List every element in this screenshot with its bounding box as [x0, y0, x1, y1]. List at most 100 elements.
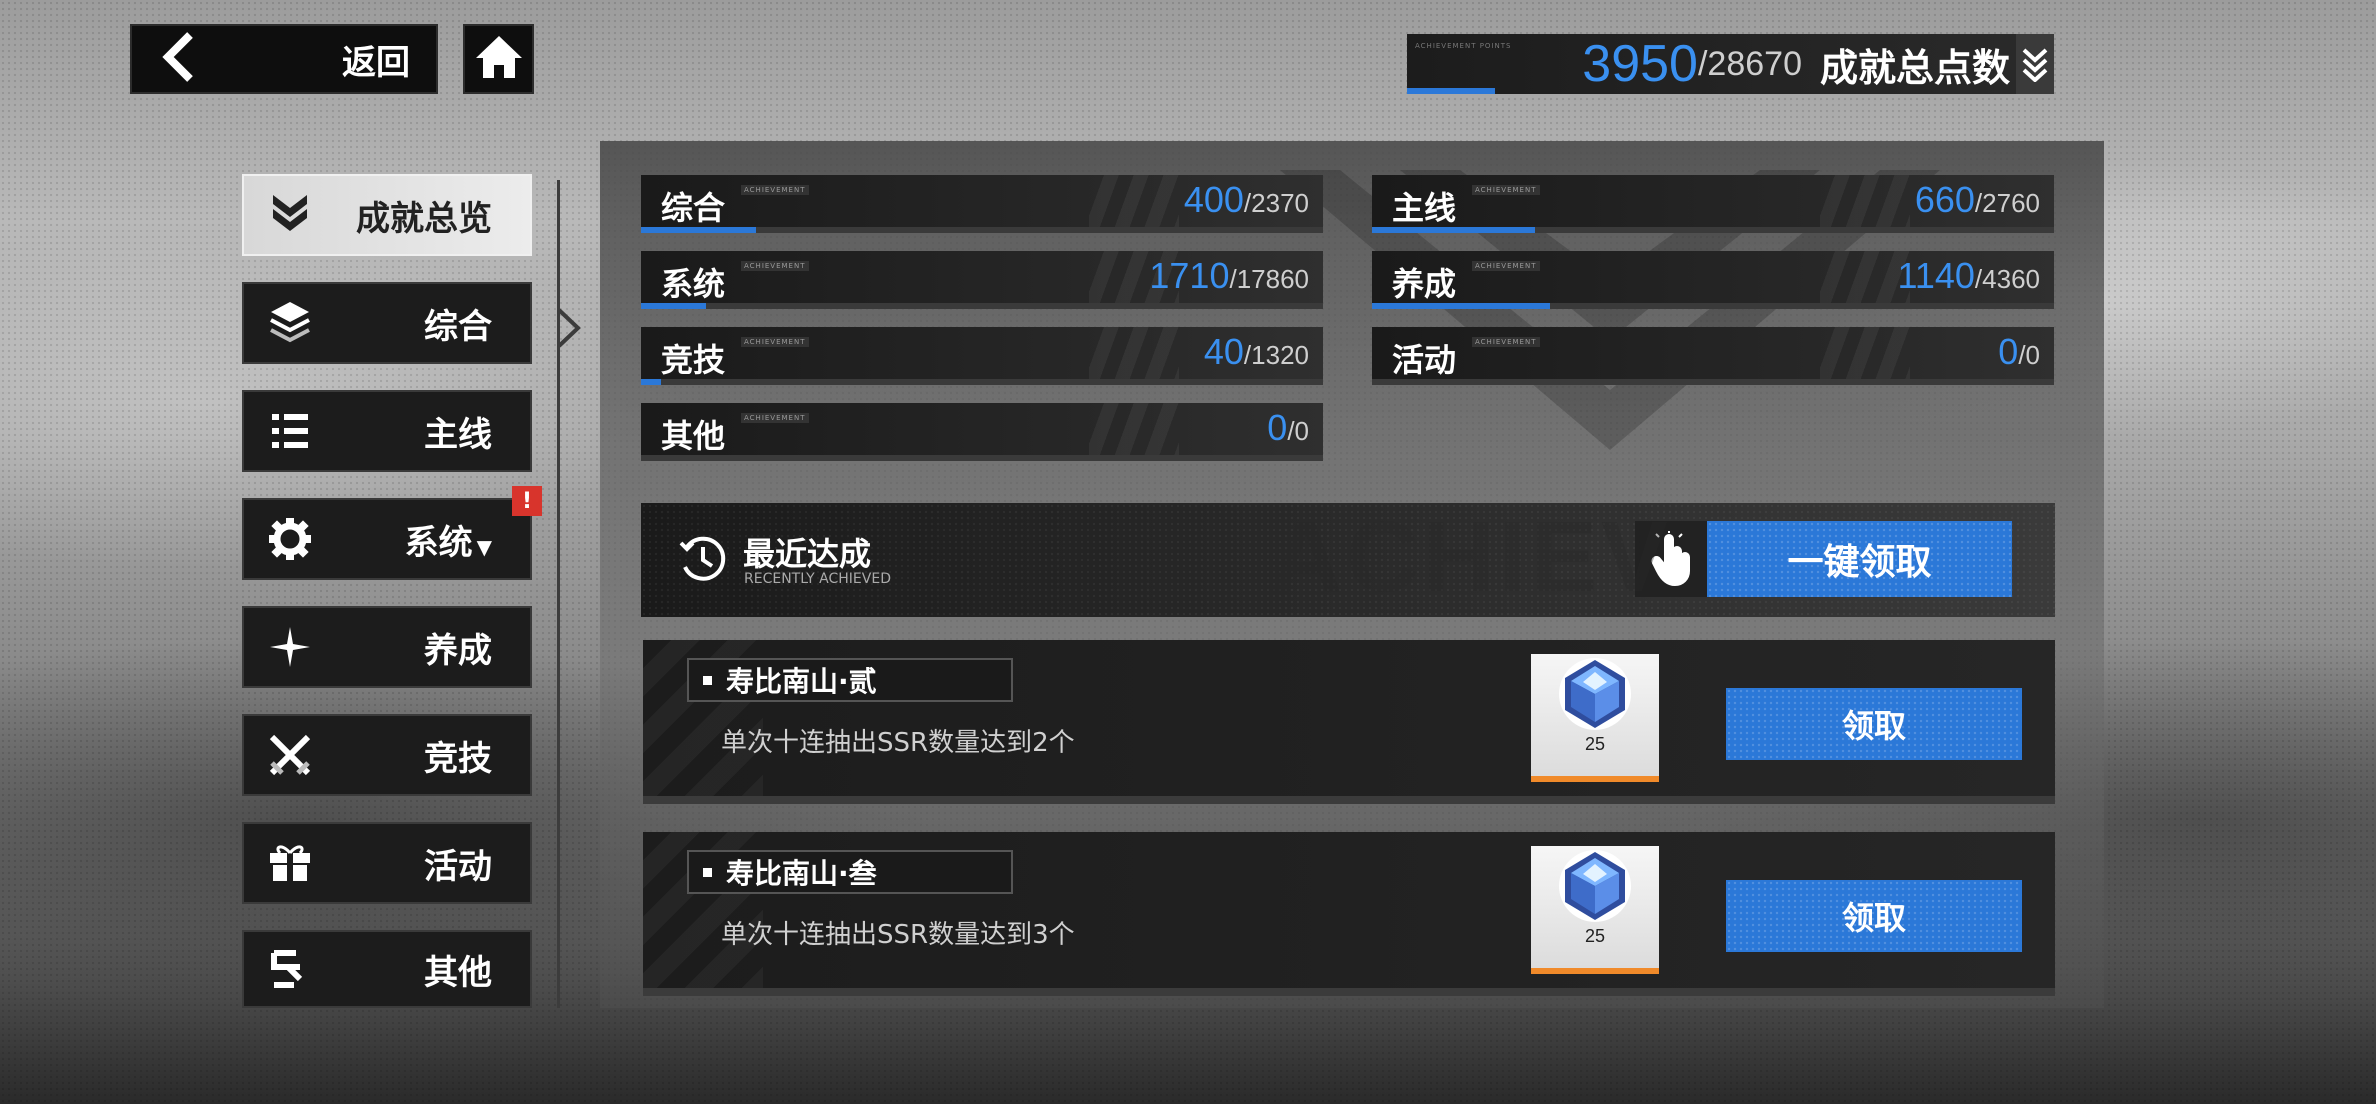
back-button[interactable]: 返回 [130, 24, 438, 94]
dropdown-triangle-icon: ▼ [476, 534, 492, 559]
stripe-deco [1820, 251, 1910, 309]
layers-icon [268, 301, 312, 345]
back-label: 返回 [342, 42, 410, 83]
claim-button[interactable]: 领取 [1726, 880, 2022, 952]
progress-track [641, 379, 1323, 385]
sidebar-item-system[interactable]: 系统 ▼ ! [242, 486, 542, 580]
achievement-card: 寿比南山·叁 单次十连抽出SSR数量达到3个 25 领取 [643, 832, 2055, 996]
sidebar-item-label: 活动 [424, 846, 492, 887]
category-score: 1710/17860 [1149, 255, 1309, 296]
category-bar-events[interactable]: 活动 ACHIEVEMENT 0/0 [1372, 327, 2054, 385]
home-icon [474, 34, 524, 84]
bullet-square-icon [703, 867, 712, 877]
sidebar-item-main-story[interactable]: 主线 [242, 390, 532, 472]
category-bar-other[interactable]: 其他 ACHIEVEMENT 0/0 [641, 403, 1323, 461]
category-tag: ACHIEVEMENT [1472, 185, 1540, 195]
claim-all-button[interactable]: 一键领取 [1707, 521, 2012, 597]
achievement-title-box: 寿比南山·叁 [687, 850, 1013, 894]
home-button[interactable] [463, 24, 534, 94]
category-name: 主线 [1392, 189, 1457, 227]
sidebar-pointer-icon [557, 308, 581, 348]
sidebar-item-comprehensive[interactable]: 综合 [242, 282, 532, 364]
reward-item[interactable]: 25 [1531, 846, 1659, 974]
achievement-description: 单次十连抽出SSR数量达到2个 [721, 728, 1075, 758]
progress-track [641, 303, 1323, 309]
sidebar-item-label: 养成 [424, 630, 492, 671]
sidebar-item-label: 成就总览 [356, 198, 492, 239]
background-watermark: ACHIEV [1270, 501, 1672, 613]
crossed-swords-icon [268, 733, 312, 777]
reward-item[interactable]: 25 [1531, 654, 1659, 782]
sidebar-item-label: 主线 [424, 414, 492, 455]
achievement-title: 寿比南山·叁 [726, 857, 877, 890]
achievement-title-box: 寿比南山·贰 [687, 658, 1013, 702]
claim-button[interactable]: 领取 [1726, 688, 2022, 760]
category-bar-growth[interactable]: 养成 ACHIEVEMENT 1140/4360 [1372, 251, 2054, 309]
total-points-label: 成就总点数 [1819, 45, 2010, 90]
achievement-title: 寿比南山·贰 [726, 665, 877, 698]
achievement-description: 单次十连抽出SSR数量达到3个 [721, 920, 1075, 950]
category-score: 400/2370 [1183, 179, 1309, 220]
progress-fill [1372, 227, 1535, 233]
bullet-square-icon [703, 675, 712, 685]
category-tag: ACHIEVEMENT [1472, 261, 1540, 271]
stripe-deco [1820, 327, 1910, 385]
progress-fill [641, 379, 662, 385]
sidebar-item-label: 系统 ▼ [404, 522, 492, 563]
category-name: 活动 [1392, 341, 1457, 379]
progress-fill [1372, 303, 1550, 309]
recently-achieved-title: 最近达成 [743, 535, 872, 573]
category-bar-system[interactable]: 系统 ACHIEVEMENT 1710/17860 [641, 251, 1323, 309]
category-tag: ACHIEVEMENT [741, 261, 809, 271]
sparkle-icon [268, 625, 312, 669]
sidebar-item-arena[interactable]: 竞技 [242, 714, 532, 796]
total-points-box: ACHIEVEMENT POINTS 3950 /28670 成就总点数 [1407, 34, 2054, 94]
progress-fill [641, 227, 757, 233]
sidebar-item-overview[interactable]: 成就总览 [242, 174, 532, 256]
category-tag: ACHIEVEMENT [1472, 337, 1540, 347]
category-score: 0/0 [1267, 407, 1309, 448]
back-arrow-icon [160, 32, 200, 86]
category-name: 其他 [661, 417, 726, 455]
category-tag: ACHIEVEMENT [741, 413, 809, 423]
sidebar-item-events[interactable]: 活动 [242, 822, 532, 904]
progress-fill [641, 303, 707, 309]
crystal-icon [1559, 658, 1631, 730]
category-score: 660/2760 [1914, 179, 2040, 220]
reward-quantity: 25 [1584, 734, 1606, 754]
total-points-underline [1407, 88, 1495, 94]
category-bar-arena[interactable]: 竞技 ACHIEVEMENT 40/1320 [641, 327, 1323, 385]
gift-icon [268, 841, 312, 885]
sidebar-item-growth[interactable]: 养成 [242, 606, 532, 688]
sidebar-divider [557, 180, 560, 1008]
stripe-deco [1089, 403, 1179, 461]
sidebar-item-label: 其他 [424, 952, 492, 993]
stripe-deco [1820, 175, 1910, 233]
claim-all-group: 一键领取 [1635, 521, 2015, 597]
category-name: 综合 [661, 189, 726, 227]
chevron-stack-icon [268, 193, 312, 237]
recently-achieved-subtitle: RECENTLY ACHIEVED [744, 571, 891, 587]
category-bar-main-story[interactable]: 主线 ACHIEVEMENT 660/2760 [1372, 175, 2054, 233]
total-points-max: /28670 [1697, 44, 1802, 83]
reward-quantity: 25 [1584, 926, 1606, 946]
progress-track [641, 455, 1323, 461]
category-tag: ACHIEVEMENT [741, 185, 809, 195]
category-bar-comprehensive[interactable]: 综合 ACHIEVEMENT 400/2370 [641, 175, 1323, 233]
stripe-deco [1089, 327, 1179, 385]
achievement-card: 寿比南山·贰 单次十连抽出SSR数量达到2个 25 领取 [643, 640, 2055, 804]
category-name: 竞技 [661, 341, 726, 379]
total-points-current: 3950 [1582, 35, 1698, 93]
gear-icon [268, 517, 312, 561]
category-score: 1140/4360 [1897, 255, 2041, 296]
history-clock-icon [677, 533, 729, 589]
stripe-deco [1089, 175, 1179, 233]
sidebar-item-other[interactable]: 其他 [242, 930, 532, 1008]
category-tag: ACHIEVEMENT [741, 337, 809, 347]
category-score: 40/1320 [1203, 331, 1309, 372]
total-points-tag: ACHIEVEMENT POINTS [1415, 42, 1512, 50]
total-points-chevron-icon [2016, 34, 2054, 94]
misc-icon [268, 947, 312, 991]
progress-track [1372, 379, 2054, 385]
category-score: 0/0 [1998, 331, 2040, 372]
